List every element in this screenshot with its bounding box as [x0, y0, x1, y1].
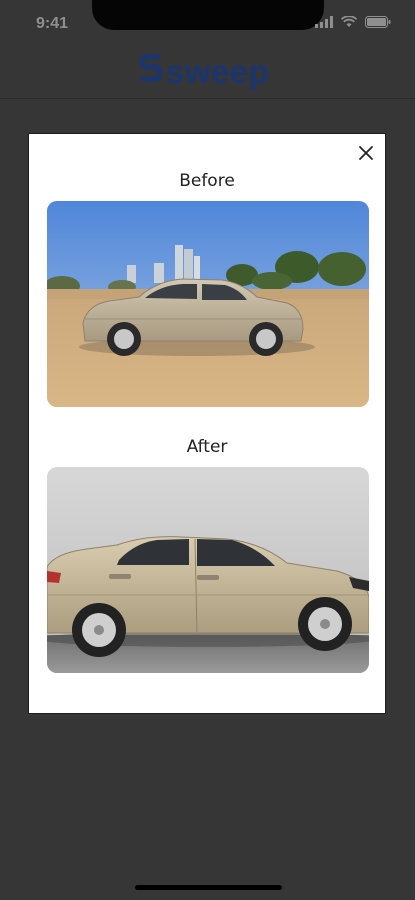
logo-text: sweep [166, 52, 270, 90]
after-label: After [186, 437, 228, 457]
wifi-icon [341, 16, 357, 28]
status-icons [315, 16, 391, 28]
before-label: Before [179, 171, 235, 191]
brand-logo: sweep [139, 52, 270, 90]
before-photo [47, 201, 369, 407]
signal-icon [315, 16, 333, 28]
home-indicator[interactable] [135, 885, 282, 890]
sweep-logo-icon [139, 54, 163, 88]
status-bar: 9:41 [0, 0, 415, 48]
close-icon [359, 146, 373, 160]
close-button[interactable] [355, 142, 377, 164]
before-after-modal: Before After [28, 133, 386, 714]
status-time: 9:41 [36, 15, 69, 32]
after-photo [47, 467, 369, 673]
battery-icon [365, 16, 391, 28]
device-notch [92, 0, 324, 30]
app-header: sweep [0, 48, 415, 99]
